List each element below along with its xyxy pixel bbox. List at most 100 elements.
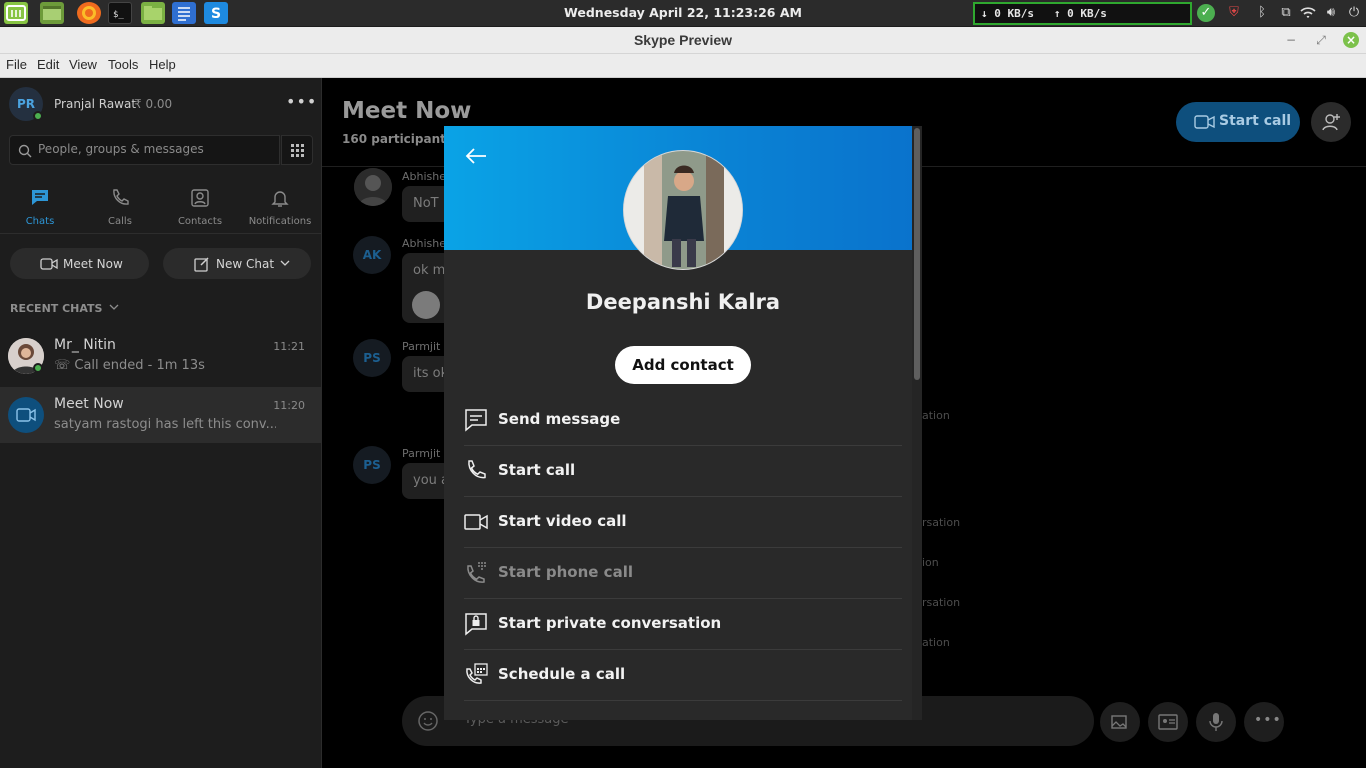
- start-call-label: Start call: [1219, 113, 1292, 129]
- chat-preview: satyam rastogi has left this conv...: [54, 417, 276, 432]
- contacts-icon: [191, 189, 209, 207]
- media-button[interactable]: [1100, 702, 1140, 742]
- more-options-icon: •••: [1254, 712, 1282, 728]
- lock-chat-icon: [465, 613, 487, 636]
- message-sender: Parmjit: [402, 340, 441, 353]
- message-text: ok m: [413, 263, 446, 278]
- reaction-avatar[interactable]: [412, 291, 440, 319]
- menu-bar: File Edit View Tools Help: [0, 54, 1366, 78]
- tab-chats[interactable]: Chats: [0, 184, 80, 230]
- chat-name: Mr_ Nitin: [54, 337, 116, 353]
- participant-count[interactable]: 160 participants: [342, 132, 453, 146]
- minimize-icon[interactable]: −: [1283, 32, 1299, 48]
- start-private-conversation-action[interactable]: Start private conversation: [464, 599, 902, 650]
- system-message: ion: [922, 556, 939, 569]
- tab-notifications[interactable]: Notifications: [240, 184, 320, 230]
- back-button[interactable]: [464, 146, 488, 166]
- dialpad-phone-icon: [467, 562, 486, 583]
- chat-preview-text: Call ended - 1m 13s: [74, 358, 205, 373]
- update-ok-icon[interactable]: ✓: [1197, 4, 1215, 22]
- maximize-icon[interactable]: ⤢: [1313, 32, 1329, 48]
- svg-text:$_: $_: [113, 10, 124, 20]
- profile-credit[interactable]: ₹ 0.00: [134, 97, 172, 111]
- tab-contacts-label: Contacts: [177, 216, 223, 227]
- menu-file[interactable]: File: [6, 57, 27, 72]
- presence-indicator: [33, 111, 43, 121]
- close-icon[interactable]: ×: [1343, 32, 1359, 48]
- menu-help[interactable]: Help: [149, 57, 176, 72]
- phone-icon: [468, 460, 486, 479]
- new-chat-label: New Chat: [216, 257, 275, 271]
- emoji-icon[interactable]: [417, 710, 439, 732]
- volume-icon[interactable]: 🔊︎: [1322, 4, 1340, 22]
- system-message: rsation: [922, 516, 961, 529]
- dialpad-button[interactable]: [281, 135, 313, 165]
- phone-icon: [113, 189, 129, 205]
- chat-time: 11:21: [273, 340, 305, 353]
- chevron-down-icon[interactable]: [280, 260, 290, 268]
- chat-item-mr-nitin[interactable]: Mr_ Nitin 11:21 ☏ Call ended - 1m 13s: [0, 328, 321, 384]
- chevron-down-icon: [109, 304, 119, 310]
- bluetooth-icon[interactable]: ᛒ: [1253, 4, 1271, 22]
- start-call-button[interactable]: Start call: [1176, 102, 1300, 142]
- start-private-conversation-label: Start private conversation: [498, 614, 722, 632]
- recent-chats-label: RECENT CHATS: [10, 302, 103, 315]
- search-icon: [18, 144, 32, 158]
- text-editor-icon[interactable]: [172, 2, 196, 24]
- voice-message-button[interactable]: [1196, 702, 1236, 742]
- menu-tools[interactable]: Tools: [108, 57, 138, 72]
- desktop-icon[interactable]: [40, 2, 64, 24]
- scroll-thumb[interactable]: [914, 128, 920, 380]
- dialpad-icon: [291, 144, 304, 157]
- menu-edit[interactable]: Edit: [37, 57, 59, 72]
- start-phone-call-action[interactable]: Start phone call: [464, 548, 902, 599]
- avatar[interactable]: AK: [353, 236, 391, 274]
- modal-scrollbar[interactable]: [912, 126, 922, 720]
- add-people-button[interactable]: [1311, 102, 1351, 142]
- clock[interactable]: Wednesday April 22, 11:23:26 AM: [520, 5, 846, 20]
- avatar[interactable]: PS: [353, 446, 391, 484]
- tab-contacts[interactable]: Contacts: [160, 184, 240, 230]
- video-icon: [1194, 115, 1215, 129]
- send-message-action[interactable]: Send message: [464, 395, 902, 446]
- avatar[interactable]: PS: [353, 339, 391, 377]
- conversation-title[interactable]: Meet Now: [342, 98, 471, 124]
- new-chat-button[interactable]: New Chat: [163, 248, 311, 279]
- system-message: rsation: [922, 596, 961, 609]
- profile-name[interactable]: Pranjal Rawat: [54, 97, 136, 111]
- skype-icon[interactable]: S: [204, 2, 228, 24]
- presence-indicator: [33, 363, 43, 373]
- message-sender: Parmjit: [402, 447, 441, 460]
- avatar[interactable]: [354, 168, 392, 206]
- start-call-action[interactable]: Start call: [464, 446, 902, 497]
- profile-photo[interactable]: [623, 150, 743, 270]
- search-input[interactable]: [38, 142, 273, 156]
- schedule-call-action[interactable]: Schedule a call: [464, 650, 902, 701]
- files-icon[interactable]: [141, 2, 165, 24]
- mint-menu-icon[interactable]: [4, 2, 28, 24]
- recent-chats-header[interactable]: RECENT CHATS: [10, 302, 119, 315]
- terminal-icon[interactable]: $_: [108, 2, 132, 24]
- contact-card-button[interactable]: [1148, 702, 1188, 742]
- arrow-left-icon: [465, 148, 486, 164]
- add-contact-button[interactable]: Add contact: [615, 346, 751, 384]
- chat-preview: ☏ Call ended - 1m 13s: [54, 358, 276, 373]
- compose-icon: [194, 257, 209, 272]
- firefox-icon[interactable]: [77, 2, 101, 24]
- network-monitor: ↓ 0 KB/s ↑ 0 KB/s: [973, 2, 1192, 25]
- menu-view[interactable]: View: [69, 57, 97, 72]
- microphone-icon: [1209, 713, 1223, 731]
- svg-text:S: S: [211, 6, 221, 22]
- power-icon[interactable]: ⏻: [1345, 4, 1363, 22]
- meet-now-button[interactable]: Meet Now: [10, 248, 149, 279]
- tab-calls[interactable]: Calls: [80, 184, 160, 230]
- shield-icon[interactable]: ⛨: [1225, 4, 1243, 22]
- more-options-icon[interactable]: •••: [286, 92, 317, 111]
- more-button[interactable]: •••: [1244, 702, 1284, 742]
- chat-item-meet-now[interactable]: Meet Now 11:20 satyam rastogi has left t…: [0, 387, 321, 443]
- message-sender: Abhishe: [402, 170, 447, 183]
- wifi-icon[interactable]: [1299, 4, 1317, 22]
- screenshot-icon[interactable]: ⧉: [1277, 4, 1295, 22]
- add-person-icon: [1322, 114, 1340, 131]
- start-video-call-action[interactable]: Start video call: [464, 497, 902, 548]
